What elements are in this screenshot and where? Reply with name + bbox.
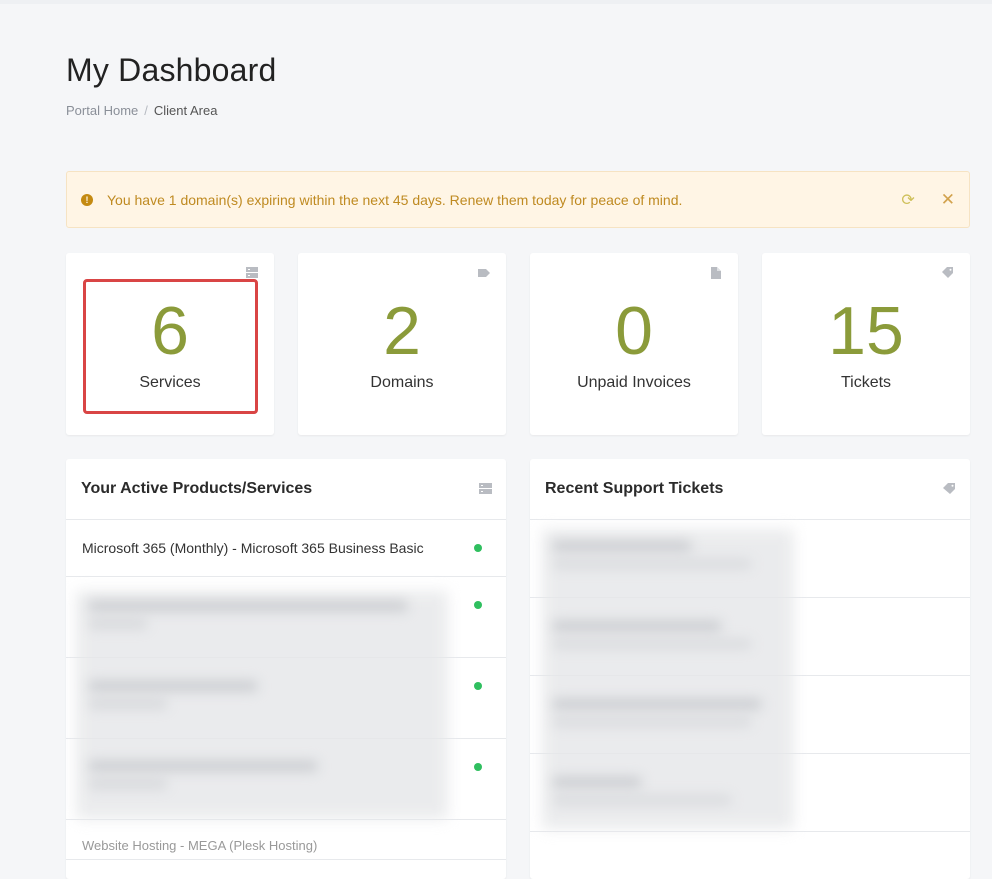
redacted-text (552, 777, 642, 787)
breadcrumb-current: Client Area (153, 103, 218, 118)
alert-message: You have 1 domain(s) expiring within the… (107, 191, 683, 208)
tag-icon (943, 483, 955, 494)
redacted-text (552, 699, 762, 709)
exclamation-circle-icon: ! (81, 193, 93, 206)
services-label: Services (139, 374, 201, 391)
service-name: Website Hosting - MEGA (Plesk Hosting) (82, 838, 318, 853)
redacted-text (552, 639, 752, 649)
redacted-text (88, 699, 168, 709)
active-services-panel: Your Active Products/Services Microsoft … (66, 459, 506, 879)
unpaid-invoices-count: 0 (615, 293, 653, 369)
services-tile[interactable]: 6 Services (66, 253, 274, 435)
domains-label: Domains (370, 374, 434, 391)
redacted-text (88, 619, 148, 629)
recent-tickets-title: Recent Support Tickets (545, 480, 724, 497)
redacted-text (552, 717, 752, 727)
redacted-text (552, 559, 752, 569)
status-active-icon (474, 682, 482, 690)
service-row[interactable]: Microsoft 365 (Monthly) - Microsoft 365 … (66, 520, 506, 577)
redacted-text (552, 621, 722, 631)
service-row[interactable]: Website Hosting - MEGA (Plesk Hosting) (66, 820, 506, 860)
redacted-text (88, 601, 408, 611)
close-icon[interactable]: ✕ (941, 190, 955, 210)
breadcrumb-separator: / (144, 103, 148, 118)
top-bar (0, 0, 992, 4)
tickets-count: 15 (828, 293, 904, 369)
unpaid-invoices-label: Unpaid Invoices (577, 374, 691, 391)
recent-tickets-panel: Recent Support Tickets (530, 459, 970, 879)
service-name: Microsoft 365 (Monthly) - Microsoft 365 … (82, 540, 424, 556)
recent-tickets-header: Recent Support Tickets (530, 459, 970, 520)
unpaid-invoices-tile[interactable]: 0 Unpaid Invoices (530, 253, 738, 435)
redacted-text (552, 541, 692, 551)
domain-expiry-alert: ! You have 1 domain(s) expiring within t… (66, 171, 970, 228)
document-icon (711, 267, 721, 279)
active-services-title: Your Active Products/Services (81, 480, 313, 497)
services-count: 6 (151, 293, 189, 369)
redacted-text (88, 761, 318, 771)
tickets-tile[interactable]: 15 Tickets (762, 253, 970, 435)
active-services-header: Your Active Products/Services (66, 459, 506, 520)
status-active-icon (474, 601, 482, 609)
domains-count: 2 (383, 293, 421, 369)
redacted-text (88, 779, 168, 789)
tag-icon (942, 267, 953, 278)
page-title: My Dashboard (66, 52, 277, 88)
refresh-icon[interactable]: ⟳ (901, 190, 914, 210)
breadcrumb: Portal Home / Client Area (66, 103, 217, 118)
status-active-icon (474, 544, 482, 552)
redacted-text (552, 795, 732, 805)
breadcrumb-home-link[interactable]: Portal Home (66, 103, 138, 118)
redacted-text (88, 681, 258, 691)
server-icon (246, 267, 258, 278)
server-icon (479, 483, 492, 494)
tickets-label: Tickets (840, 374, 892, 391)
globe-tag-icon (478, 269, 490, 277)
status-active-icon (474, 763, 482, 771)
domains-tile[interactable]: 2 Domains (298, 253, 506, 435)
